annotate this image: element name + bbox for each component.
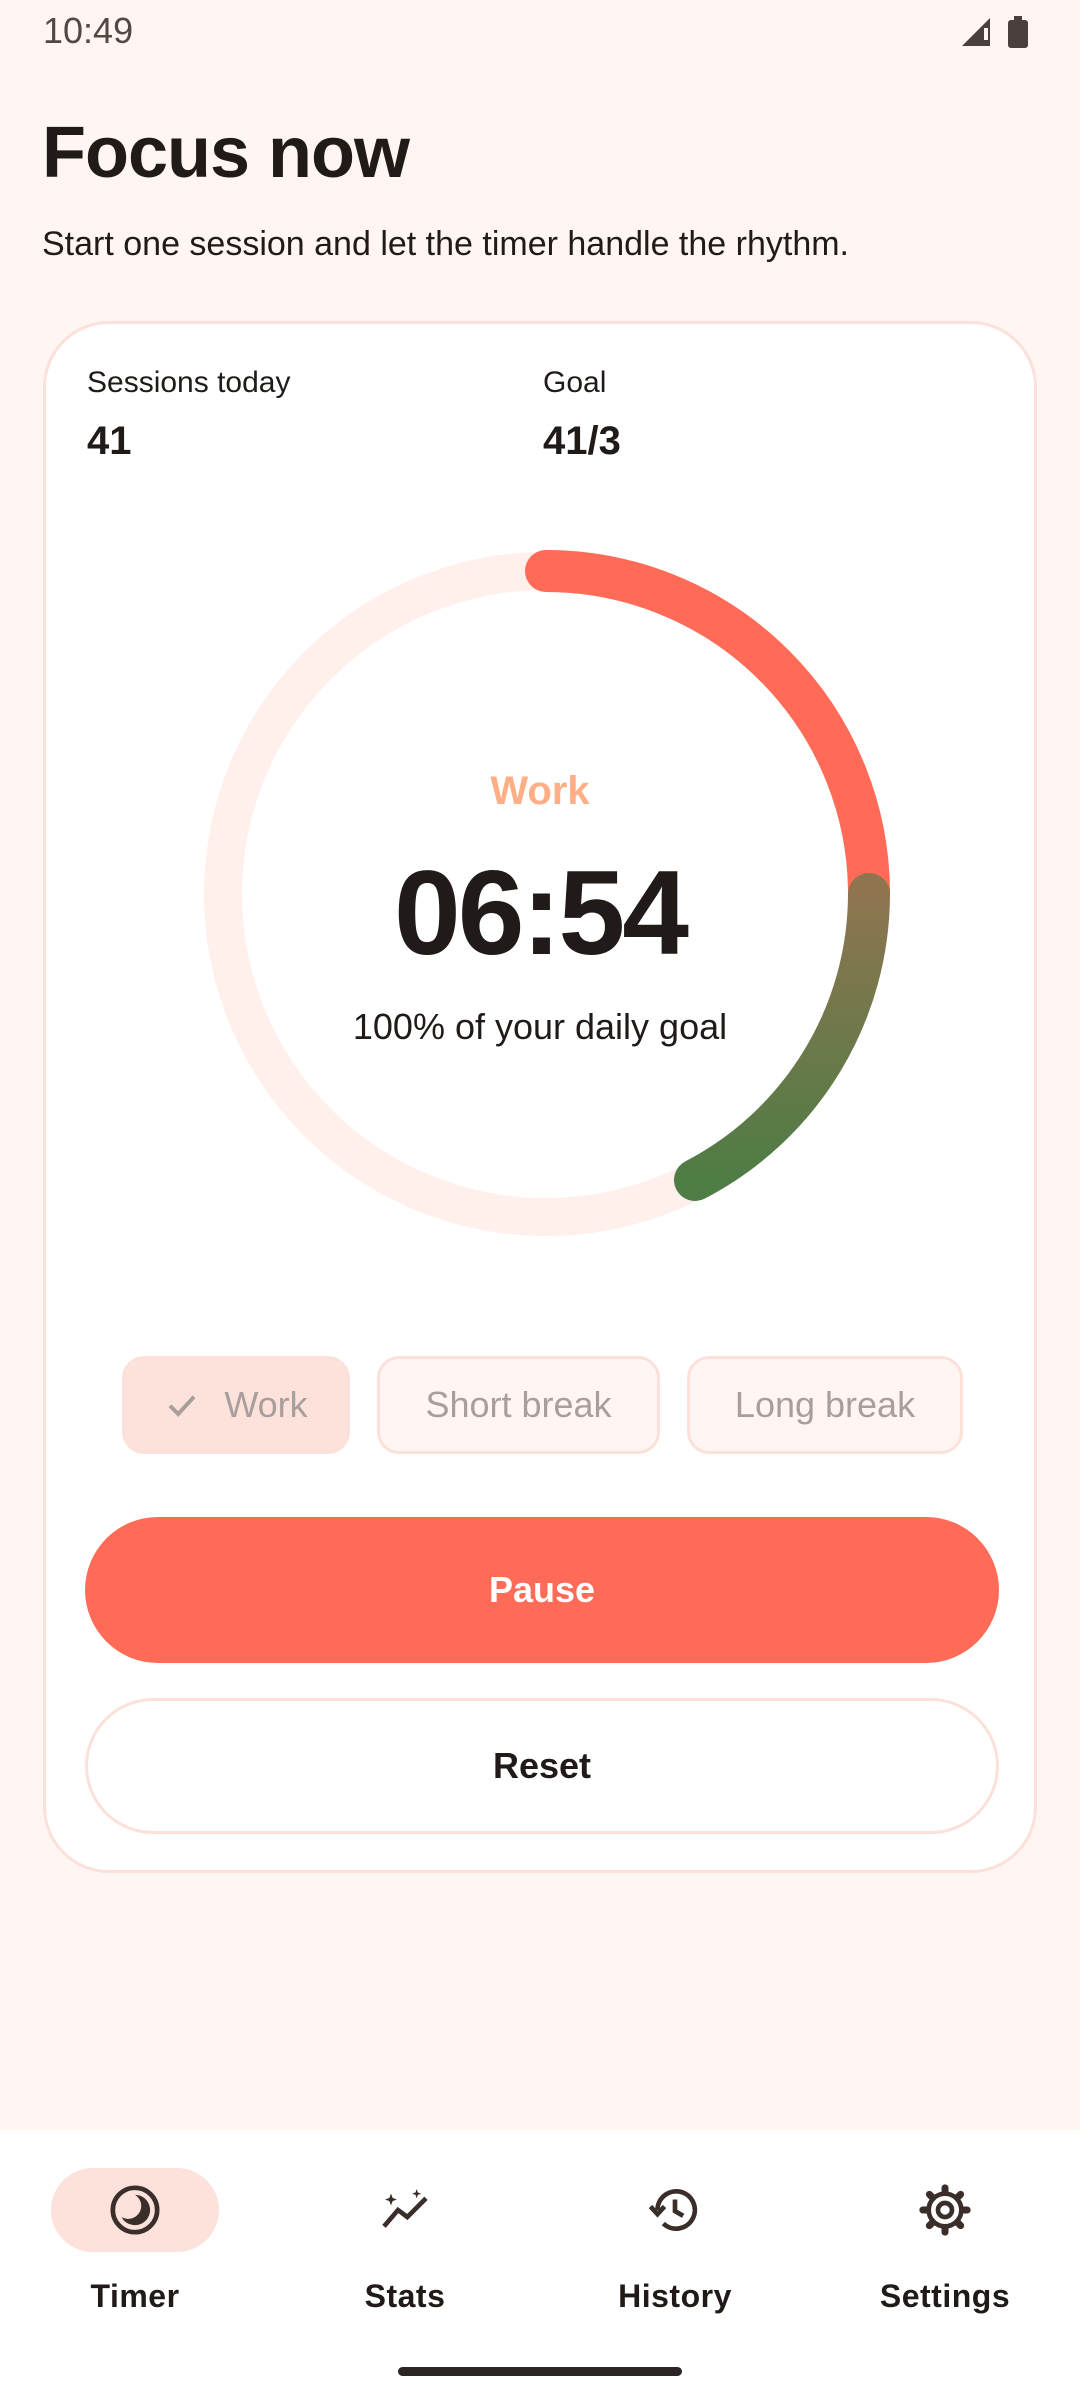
timer-mode-label: Work (490, 769, 590, 813)
nav-label: Settings (879, 2278, 1011, 2314)
status-time: 10:49 (43, 10, 134, 51)
mode-chip-long-break[interactable]: Long break (687, 1356, 963, 1454)
page-subtitle: Start one session and let the timer hand… (42, 225, 850, 263)
nav-indicator (321, 2168, 489, 2252)
mode-chip-short-break[interactable]: Short break (377, 1356, 660, 1454)
nav-label: Stats (364, 2278, 446, 2314)
goal-label: Goal (543, 366, 607, 399)
pause-button[interactable]: Pause (85, 1517, 999, 1663)
nav-item-history[interactable]: History (540, 2168, 810, 2328)
history-icon (648, 2189, 698, 2231)
home-indicator[interactable] (398, 2367, 682, 2376)
status-bar: 10:49 (0, 0, 1080, 64)
pause-button-label: Pause (488, 1569, 596, 1610)
nav-indicator (861, 2168, 1029, 2252)
sessions-today-label: Sessions today (87, 366, 291, 399)
battery-icon (1008, 16, 1028, 48)
reset-button[interactable]: Reset (85, 1698, 999, 1834)
status-icons (962, 16, 1028, 48)
timer-time: 06:54 (394, 846, 689, 980)
check-icon (168, 1395, 196, 1417)
goal-value: 41/3 (543, 419, 621, 463)
mode-chip-work[interactable]: Work (122, 1356, 350, 1454)
nav-item-stats[interactable]: Stats (270, 2168, 540, 2328)
settings-icon (919, 2184, 971, 2236)
nav-label: History (618, 2278, 732, 2314)
mode-chip-label: Work (224, 1384, 308, 1425)
nav-label: Timer (90, 2278, 180, 2314)
sessions-today-value: 41 (87, 419, 132, 463)
nav-item-timer[interactable]: Timer (0, 2168, 270, 2328)
nav-indicator (51, 2168, 219, 2252)
mode-chip-label: Short break (425, 1384, 612, 1425)
timer-card: Sessions today 41 Goal 41/3 Work 06:54 1… (43, 321, 1037, 1873)
reset-button-label: Reset (492, 1745, 592, 1786)
daily-goal-text: 100% of your daily goal (352, 1006, 728, 1047)
mode-chip-label: Long break (734, 1384, 916, 1425)
page-title: Focus now (42, 113, 410, 193)
signal-icon (962, 18, 990, 46)
stats-icon (382, 2189, 428, 2228)
timer-icon (110, 2185, 160, 2235)
nav-item-settings[interactable]: Settings (810, 2168, 1080, 2328)
bottom-navigation: Timer Stats History Settings (0, 2130, 1080, 2400)
nav-indicator (591, 2168, 759, 2252)
